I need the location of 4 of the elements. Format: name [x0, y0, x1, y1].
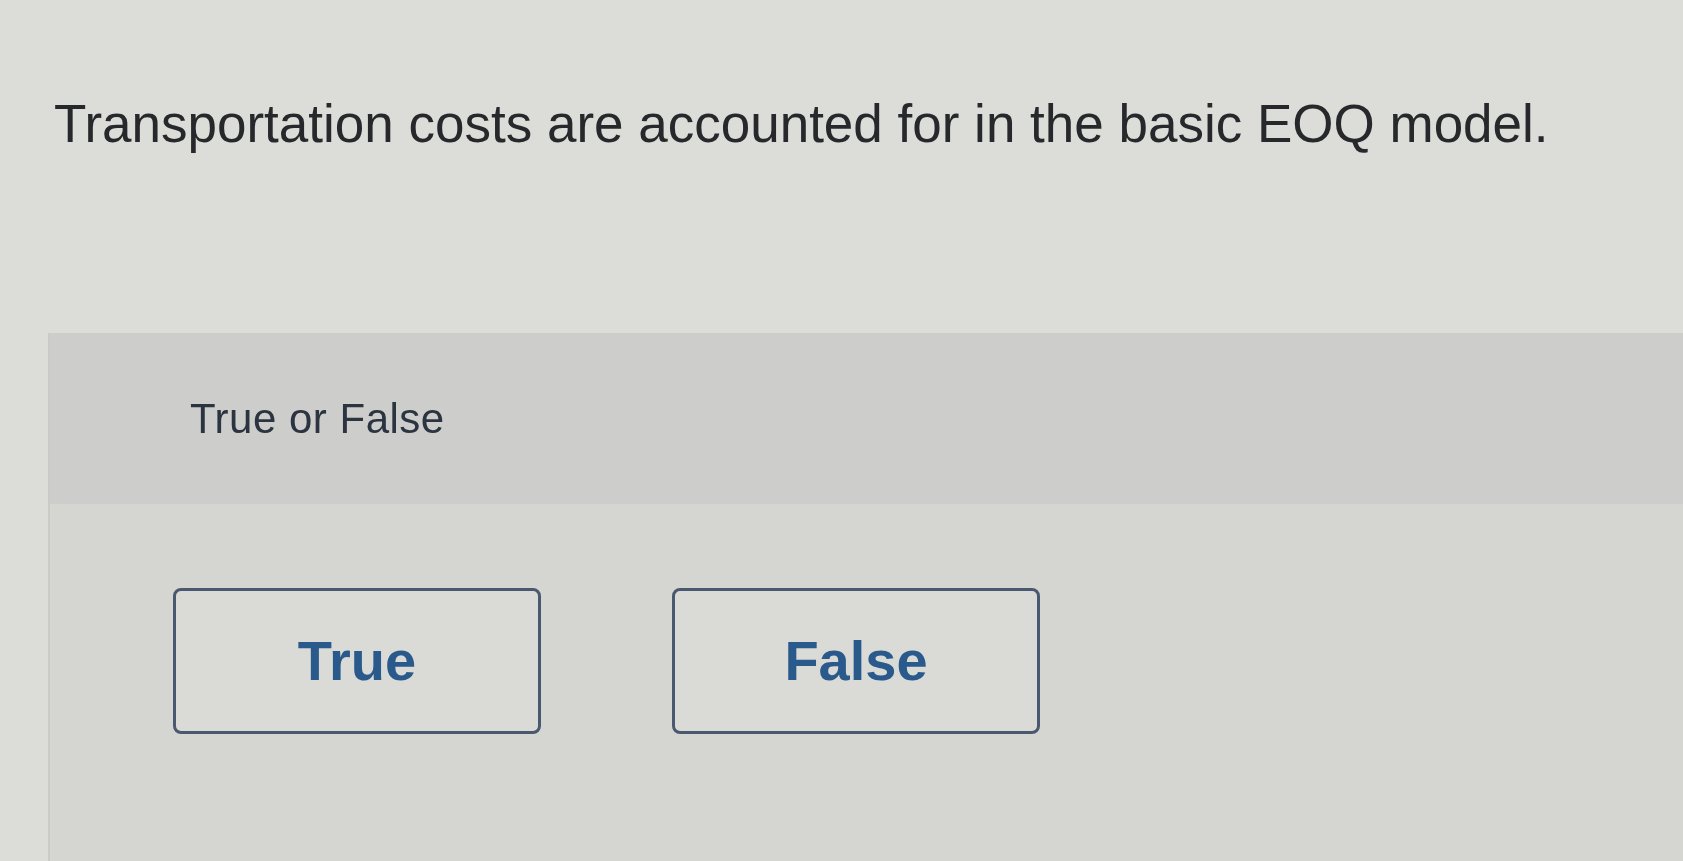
- answer-button[interactable]: False: [672, 588, 1040, 734]
- prompt-text: True or False: [190, 393, 445, 444]
- question-text: Transportation costs are accounted for in the basic EOQ model.: [54, 93, 1549, 155]
- answer-button[interactable]: True: [173, 588, 541, 734]
